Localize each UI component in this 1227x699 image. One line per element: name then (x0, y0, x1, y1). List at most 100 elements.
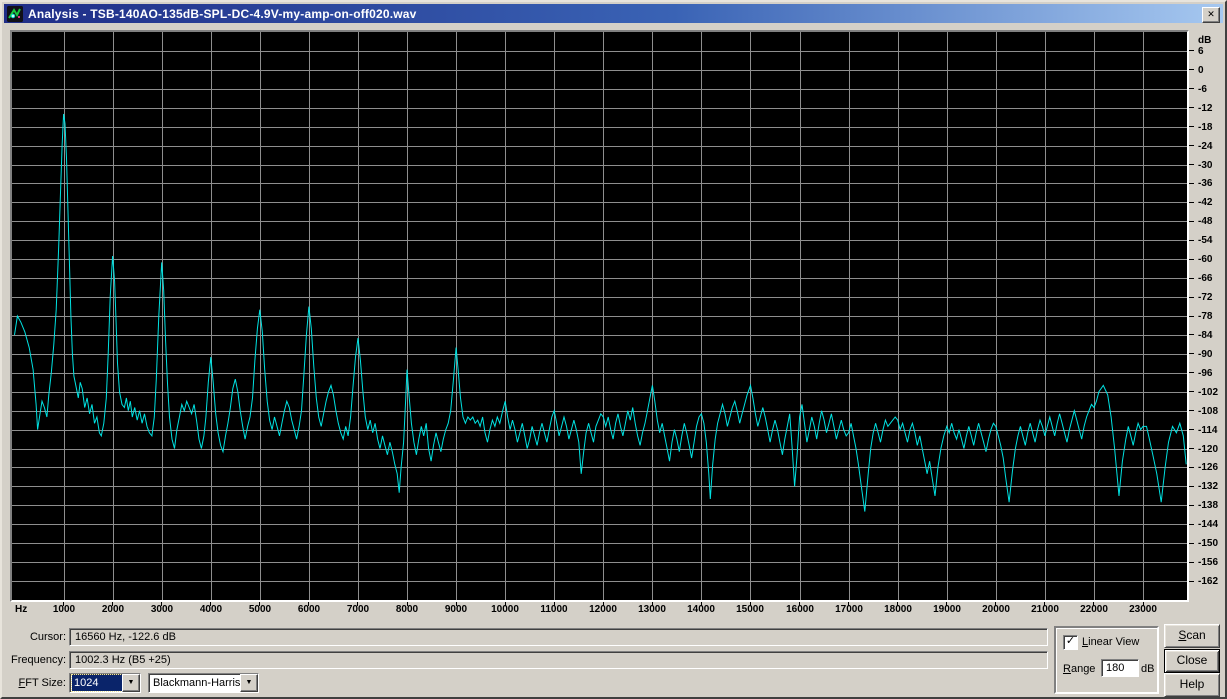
linear-view-checkbox[interactable]: ✓ (1063, 635, 1078, 650)
x-tick-label: 18000 (884, 604, 912, 615)
linear-view-label: Linear View (1082, 636, 1140, 648)
y-tickmark (1189, 581, 1194, 582)
window-title: Analysis - TSB-140AO-135dB-SPL-DC-4.9V-m… (28, 6, 417, 21)
y-tick-label: -114 (1198, 425, 1218, 436)
y-tickmark (1189, 145, 1194, 146)
y-tick-label: -48 (1198, 216, 1213, 227)
y-tick-label: 6 (1198, 46, 1204, 57)
y-tickmark (1189, 467, 1194, 468)
y-tick-label: -144 (1198, 519, 1219, 530)
fft-size-label: FFT Size: (18, 677, 67, 689)
y-tick-label: -162 (1198, 576, 1219, 587)
x-tick-label: 6000 (297, 604, 321, 615)
app-icon (7, 5, 23, 22)
cursor-label: Cursor: (29, 631, 66, 643)
y-tickmark (1189, 353, 1194, 354)
y-tickmark (1189, 486, 1194, 487)
y-tick-label: -12 (1198, 103, 1213, 114)
range-label: Range (1063, 663, 1096, 675)
x-tick-label: 9000 (444, 604, 468, 615)
y-tickmark (1189, 562, 1194, 563)
x-tick-label: 4000 (199, 604, 223, 615)
y-tick-label: -102 (1198, 387, 1219, 398)
close-button[interactable]: Close (1164, 649, 1220, 673)
y-tick-label: -138 (1198, 500, 1219, 511)
y-tickmark (1189, 448, 1194, 449)
x-tick-label: 13000 (638, 604, 666, 615)
range-unit-label: dB (1141, 663, 1155, 675)
fft-size-value: 1024 (71, 674, 123, 692)
y-tickmark (1189, 524, 1194, 525)
y-tick-label: -96 (1198, 368, 1213, 379)
cursor-readout: 16560 Hz, -122.6 dB (69, 628, 1048, 646)
y-tick-label: -90 (1198, 349, 1213, 360)
y-tickmark (1189, 69, 1194, 70)
y-tickmark (1189, 240, 1194, 241)
x-tick-label: 2000 (101, 604, 125, 615)
spectrum-trace (14, 113, 1187, 512)
x-tick-label: 21000 (1031, 604, 1059, 615)
titlebar[interactable]: Analysis - TSB-140AO-135dB-SPL-DC-4.9V-m… (4, 4, 1223, 23)
frequency-label: Frequency: (10, 654, 66, 666)
range-input[interactable] (1101, 659, 1139, 677)
y-tick-label: -6 (1198, 84, 1207, 95)
y-tick-label: -78 (1198, 311, 1213, 322)
y-tick-label: -156 (1198, 557, 1219, 568)
y-tick-label: -30 (1198, 160, 1213, 171)
x-tick-label: 19000 (933, 604, 961, 615)
analysis-window: Analysis - TSB-140AO-135dB-SPL-DC-4.9V-m… (0, 0, 1227, 699)
y-tick-label: -108 (1198, 406, 1219, 417)
close-window-button[interactable]: ✕ (1202, 7, 1220, 23)
y-tick-label: -120 (1198, 444, 1219, 455)
y-tick-label: -42 (1198, 197, 1213, 208)
y-tick-label: -54 (1198, 235, 1213, 246)
y-tickmark (1189, 221, 1194, 222)
window-function-value: Blackmann-Harris (153, 677, 240, 689)
y-tickmark (1189, 316, 1194, 317)
window-function-dropdown-arrow-icon[interactable]: ▼ (240, 674, 258, 692)
y-tick-label: -18 (1198, 122, 1213, 133)
y-tickmark (1189, 297, 1194, 298)
x-tick-label: 10000 (491, 604, 519, 615)
x-tick-label: 3000 (150, 604, 174, 615)
y-tickmark (1189, 107, 1194, 108)
x-tick-label: 23000 (1129, 604, 1157, 615)
y-tick-label: -36 (1198, 178, 1213, 189)
fft-size-dropdown-arrow-icon[interactable]: ▼ (122, 674, 140, 692)
x-tick-label: 1000 (52, 604, 76, 615)
y-tick-label: -132 (1198, 481, 1219, 492)
x-axis-unit-label: Hz (15, 604, 28, 615)
y-tickmark (1189, 88, 1194, 89)
y-tickmark (1189, 505, 1194, 506)
y-tick-label: -126 (1198, 462, 1219, 473)
scan-button[interactable]: Scan (1164, 624, 1220, 648)
x-tick-label: 22000 (1080, 604, 1108, 615)
x-tick-label: 16000 (786, 604, 814, 615)
y-tickmark (1189, 429, 1194, 430)
y-tickmark (1189, 278, 1194, 279)
window-function-combobox[interactable]: Blackmann-Harris ▼ (148, 673, 259, 693)
spectrum-plot[interactable] (10, 30, 1189, 602)
x-tick-label: 14000 (687, 604, 715, 615)
frequency-readout: 1002.3 Hz (B5 +25) (69, 651, 1048, 669)
view-options-group: ✓ Linear View Range dB (1054, 626, 1159, 694)
y-tickmark (1189, 334, 1194, 335)
y-tick-label: -150 (1198, 538, 1219, 549)
x-tick-label: 11000 (540, 604, 568, 615)
spectrum-svg (12, 32, 1187, 600)
y-tick-label: 0 (1198, 65, 1204, 76)
fft-size-combobox[interactable]: 1024 ▼ (69, 673, 141, 693)
x-tick-label: 8000 (395, 604, 419, 615)
y-tickmark (1189, 183, 1194, 184)
x-tick-label: 12000 (589, 604, 617, 615)
help-button[interactable]: Help (1164, 673, 1220, 697)
x-tick-label: 17000 (835, 604, 863, 615)
y-tick-label: -66 (1198, 273, 1213, 284)
y-tickmark (1189, 391, 1194, 392)
y-tickmark (1189, 202, 1194, 203)
y-tick-label: -72 (1198, 292, 1213, 303)
y-tick-label: -24 (1198, 141, 1213, 152)
x-tick-label: 20000 (982, 604, 1010, 615)
y-tickmark (1189, 164, 1194, 165)
y-tickmark (1189, 50, 1194, 51)
